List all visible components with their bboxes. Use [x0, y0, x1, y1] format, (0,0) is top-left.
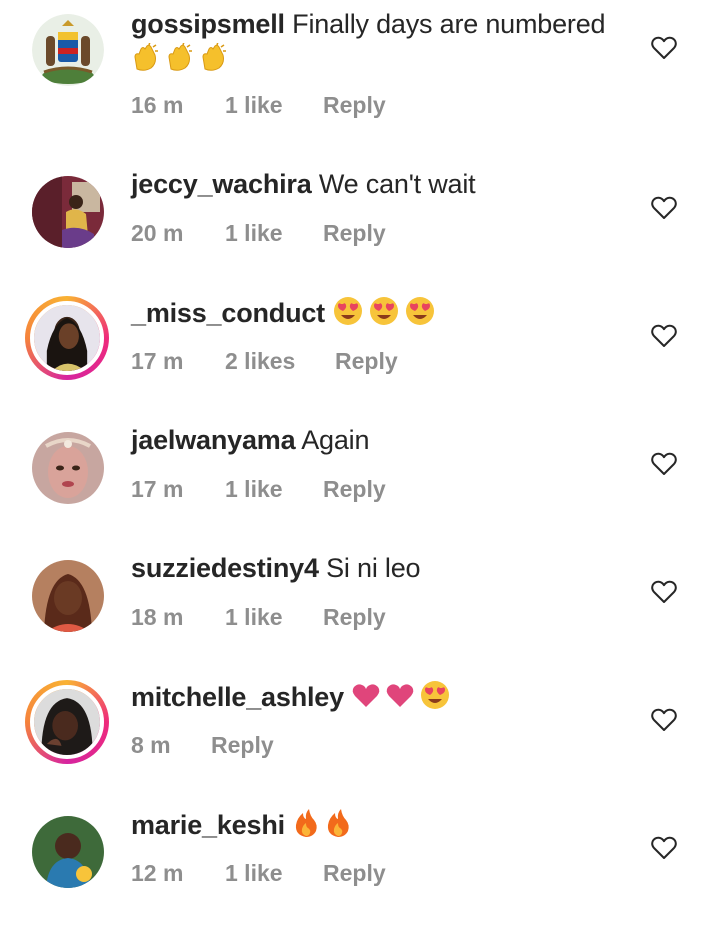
comment-item: jeccy_wachira We can't wait 20 m 1 like …	[0, 168, 720, 288]
pink-heart-icon	[352, 684, 380, 707]
heart-eyes-emoji-icon	[370, 297, 399, 325]
comment-username[interactable]: jeccy_wachira	[131, 169, 312, 199]
avatar[interactable]	[32, 560, 104, 632]
comment-time: 12 m	[131, 860, 184, 886]
comment-likes[interactable]: 2 likes	[225, 348, 295, 375]
like-heart-icon[interactable]	[651, 324, 677, 348]
fire-icon	[328, 809, 349, 837]
avatar[interactable]	[32, 176, 104, 248]
comment-likes[interactable]: 1 like	[225, 92, 283, 119]
reply-button[interactable]: Reply	[211, 732, 274, 759]
user-photo-avatar	[32, 432, 104, 504]
comment-item: suzziedestiny4 Si ni leo 18 m 1 like Rep…	[0, 552, 720, 672]
coat-of-arms-avatar	[32, 14, 104, 86]
comment-time: 17 m	[131, 476, 184, 502]
pink-heart-icon	[386, 684, 414, 707]
user-photo-avatar	[32, 816, 104, 888]
like-heart-icon[interactable]	[651, 580, 677, 604]
comment-item: mitchelle_ashley 8 m Reply	[0, 680, 720, 800]
avatar[interactable]	[32, 432, 104, 504]
comment-time: 16 m	[131, 92, 184, 118]
comment-text: Finally days are numbered	[292, 9, 606, 39]
comment-text: Again	[301, 425, 370, 455]
comment-likes[interactable]: 1 like	[225, 860, 283, 887]
heart-eyes-emoji-icon	[421, 681, 450, 709]
comment-time: 18 m	[131, 604, 184, 630]
like-heart-icon[interactable]	[651, 196, 677, 220]
reply-button[interactable]: Reply	[323, 92, 386, 119]
user-photo-avatar	[30, 301, 104, 375]
comment-username[interactable]: marie_keshi	[131, 810, 285, 840]
comment-username[interactable]: suzziedestiny4	[131, 553, 319, 583]
user-photo-avatar	[32, 176, 104, 248]
reply-button[interactable]: Reply	[335, 348, 398, 375]
story-ring-avatar[interactable]	[25, 680, 109, 764]
avatar[interactable]	[32, 14, 104, 86]
clapping-hands-icon	[134, 43, 158, 71]
like-heart-icon[interactable]	[651, 708, 677, 732]
avatar[interactable]	[32, 816, 104, 888]
comment-likes[interactable]: 1 like	[225, 604, 283, 631]
like-heart-icon[interactable]	[651, 836, 677, 860]
comment-username[interactable]: gossipsmell	[131, 9, 285, 39]
story-ring-avatar[interactable]	[25, 296, 109, 380]
comment-item: marie_keshi 12 m 1 like Reply	[0, 808, 720, 928]
comment-username[interactable]: jaelwanyama	[131, 425, 296, 455]
reply-button[interactable]: Reply	[323, 476, 386, 503]
heart-eyes-emoji-icon	[334, 297, 363, 325]
heart-eyes-emoji-icon	[406, 297, 435, 325]
comment-username[interactable]: _miss_conduct	[131, 298, 325, 328]
reply-button[interactable]: Reply	[323, 220, 386, 247]
comment-item: jaelwanyama Again 17 m 1 like Reply	[0, 424, 720, 544]
like-heart-icon[interactable]	[651, 36, 677, 60]
clapping-hands-icon	[168, 43, 192, 71]
fire-icon	[296, 809, 317, 837]
reply-button[interactable]: Reply	[323, 860, 386, 887]
comment-time: 20 m	[131, 220, 184, 246]
comment-time: 17 m	[131, 348, 184, 374]
comment-username[interactable]: mitchelle_ashley	[131, 682, 344, 712]
comment-item: gossipsmell Finally days are numbered 16…	[0, 8, 720, 128]
comment-time: 8 m	[131, 732, 171, 758]
reply-button[interactable]: Reply	[323, 604, 386, 631]
comment-likes[interactable]: 1 like	[225, 476, 283, 503]
like-heart-icon[interactable]	[651, 452, 677, 476]
comment-text: We can't wait	[318, 169, 476, 199]
clapping-hands-icon	[202, 43, 226, 71]
comment-likes[interactable]: 1 like	[225, 220, 283, 247]
user-photo-avatar	[32, 560, 104, 632]
comment-text: Si ni leo	[326, 553, 421, 583]
user-photo-avatar	[30, 685, 104, 759]
comment-item: _miss_conduct 17 m 2 likes Reply	[0, 296, 720, 416]
